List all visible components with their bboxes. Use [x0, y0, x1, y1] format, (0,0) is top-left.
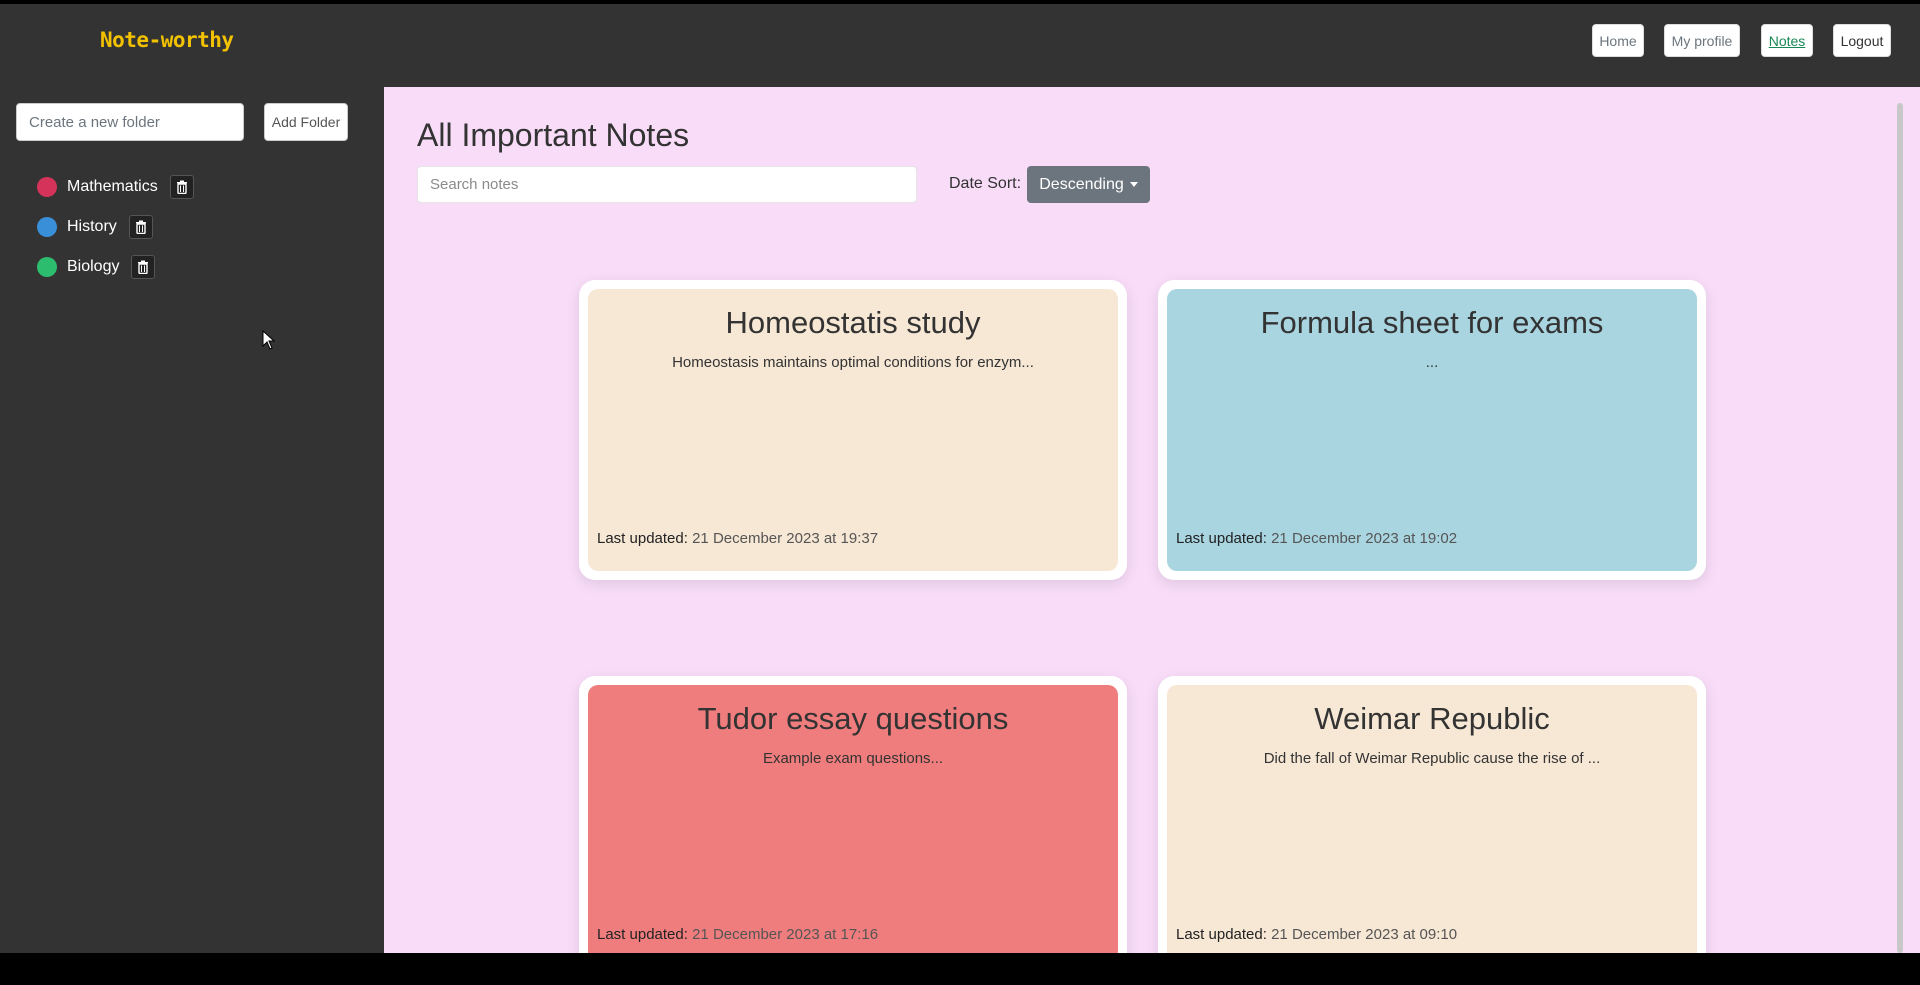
folder-name: Mathematics [67, 178, 158, 195]
nav-logout-button[interactable]: Logout [1833, 24, 1891, 57]
note-updated: Last updated: 21 December 2023 at 17:16 [597, 926, 878, 943]
folder-color-dot [37, 217, 57, 237]
note-excerpt: Homeostasis maintains optimal conditions… [672, 354, 1034, 371]
note-updated-value: 21 December 2023 at 19:37 [692, 530, 879, 547]
note-title: Formula sheet for exams [1260, 305, 1604, 340]
note-card-body: Tudor essay questions Example exam quest… [588, 685, 1118, 953]
note-excerpt: Example exam questions... [762, 750, 944, 767]
note-updated-label: Last updated: [1176, 926, 1267, 943]
note-updated-value: 21 December 2023 at 19:02 [1271, 530, 1458, 547]
page-title: All Important Notes [417, 117, 690, 153]
note-updated-value: 21 December 2023 at 17:16 [692, 926, 879, 943]
scrollbar-thumb[interactable] [1897, 103, 1903, 953]
folder-item-biology[interactable]: Biology [37, 254, 156, 280]
date-sort-value: Descending [1039, 175, 1124, 193]
notes-main-panel: All Important Notes Date Sort: Descendin… [384, 87, 1920, 953]
note-card[interactable]: Homeostatis study Homeostasis maintains … [579, 280, 1127, 580]
note-updated: Last updated: 21 December 2023 at 19:37 [597, 530, 878, 547]
note-title: Homeostatis study [725, 305, 981, 340]
trash-icon[interactable] [169, 175, 194, 199]
date-sort-label: Date Sort: [949, 175, 1022, 192]
top-navbar: Note-worthy Home My profile Notes Logout [0, 4, 1920, 87]
trash-icon[interactable] [131, 255, 156, 279]
date-sort-dropdown[interactable]: Descending [1027, 166, 1150, 203]
note-updated-label: Last updated: [1176, 530, 1267, 547]
note-updated-value: 21 December 2023 at 09:10 [1271, 926, 1458, 943]
nav-home-button[interactable]: Home [1592, 24, 1644, 57]
folder-item-mathematics[interactable]: Mathematics [37, 174, 194, 200]
nav-notes-button[interactable]: Notes [1761, 24, 1813, 57]
nav-my-profile-button[interactable]: My profile [1664, 24, 1740, 57]
app-logo[interactable]: Note-worthy [100, 28, 234, 52]
folder-name: Biology [67, 258, 120, 275]
app-window: Note-worthy Home My profile Notes Logout… [0, 0, 1920, 953]
note-excerpt: Did the fall of Weimar Republic cause th… [1263, 750, 1601, 767]
search-notes-input[interactable] [417, 166, 917, 203]
mouse-cursor-icon [262, 329, 276, 354]
note-title: Tudor essay questions [697, 701, 1009, 736]
note-card[interactable]: Formula sheet for exams ... Last updated… [1158, 280, 1706, 580]
note-updated: Last updated: 21 December 2023 at 09:10 [1176, 926, 1457, 943]
note-card[interactable]: Weimar Republic Did the fall of Weimar R… [1158, 676, 1706, 953]
caret-down-icon [1129, 182, 1138, 187]
note-excerpt: ... [1425, 354, 1439, 371]
note-title: Weimar Republic [1314, 701, 1550, 736]
note-card-body: Weimar Republic Did the fall of Weimar R… [1167, 685, 1697, 953]
folder-color-dot [37, 257, 57, 277]
folder-color-dot [37, 177, 57, 197]
folder-item-history[interactable]: History [37, 214, 153, 240]
note-card-body: Homeostatis study Homeostasis maintains … [588, 289, 1118, 571]
note-card-body: Formula sheet for exams ... Last updated… [1167, 289, 1697, 571]
note-updated-label: Last updated: [597, 926, 688, 943]
note-card[interactable]: Tudor essay questions Example exam quest… [579, 676, 1127, 953]
trash-icon[interactable] [128, 215, 153, 239]
folder-sidebar: Add Folder Mathematics History Biology [0, 87, 384, 953]
note-updated-label: Last updated: [597, 530, 688, 547]
add-folder-button[interactable]: Add Folder [264, 103, 348, 141]
note-updated: Last updated: 21 December 2023 at 19:02 [1176, 530, 1457, 547]
new-folder-input[interactable] [16, 103, 244, 141]
folder-name: History [67, 218, 117, 235]
